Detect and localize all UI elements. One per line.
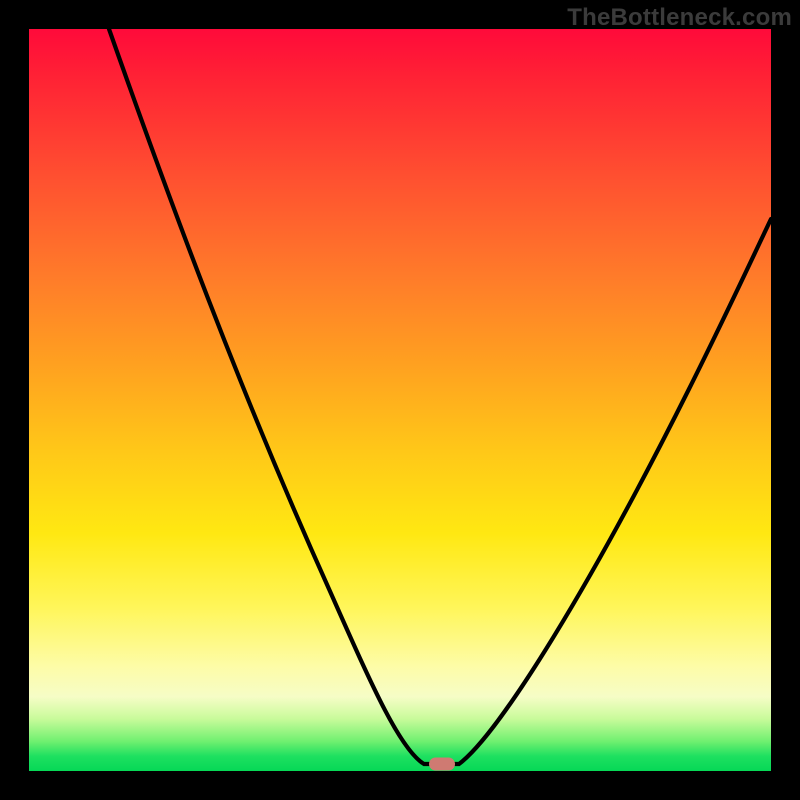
optimal-marker <box>429 758 455 771</box>
plot-area <box>29 29 771 771</box>
bottleneck-curve <box>29 29 771 771</box>
watermark-text: TheBottleneck.com <box>567 4 792 32</box>
curve-path <box>109 29 771 764</box>
chart-frame: TheBottleneck.com <box>0 0 800 800</box>
